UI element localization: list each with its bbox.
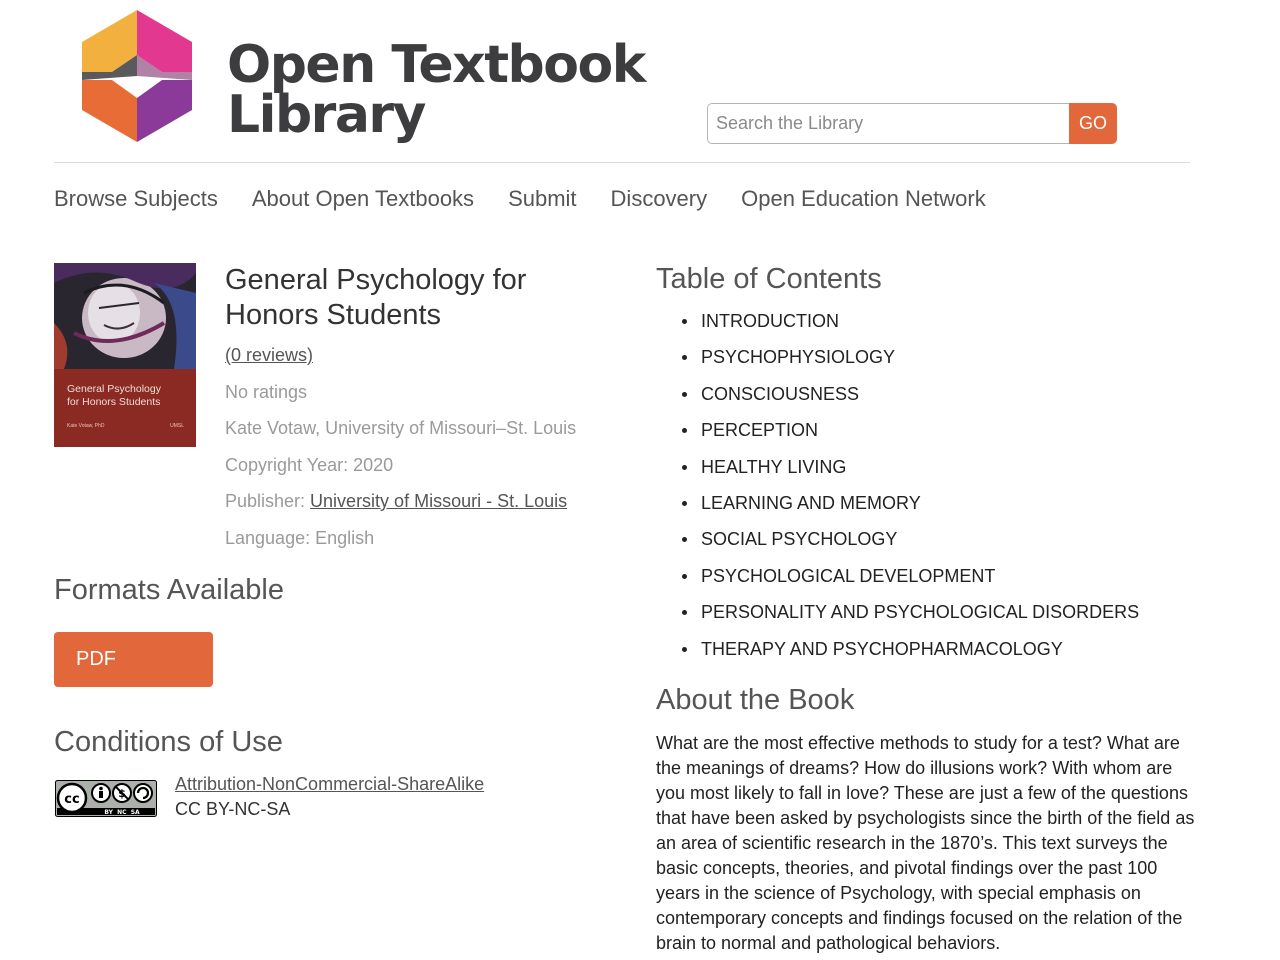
cover-title-line-1: General Psychology (67, 383, 161, 395)
copyright-year: Copyright Year: 2020 (225, 455, 394, 475)
toc-item: PSYCHOPHYSIOLOGY (682, 345, 1139, 381)
book-cover[interactable]: General Psychology for Honors Students K… (54, 263, 196, 447)
language-text: Language: English (225, 528, 375, 548)
about-heading: About the Book (656, 684, 855, 716)
book-title: General Psychology for Honors Students (225, 264, 527, 331)
cover-publisher: UMSL (170, 423, 184, 429)
nav-browse-subjects[interactable]: Browse Subjects (54, 186, 218, 212)
publisher-label: Publisher: (225, 491, 311, 511)
search-bar: GO (707, 103, 1117, 144)
site-logo-text[interactable]: Open Textbook Library (227, 35, 646, 145)
toc-item: THERAPY AND PSYCHOPHARMACOLOGY (682, 637, 1139, 673)
author-text: Kate Votaw, University of Missouri–St. L… (225, 418, 577, 438)
nav-submit[interactable]: Submit (508, 186, 576, 212)
conditions-heading: Conditions of Use (54, 726, 283, 758)
toc-item: CONSCIOUSNESS (682, 382, 1139, 418)
logo-line-1: Open Textbook (227, 35, 646, 95)
header-divider (54, 162, 1190, 163)
nav-about-open-textbooks[interactable]: About Open Textbooks (252, 186, 474, 212)
nav-open-education-network[interactable]: Open Education Network (741, 186, 986, 212)
formats-heading: Formats Available (54, 574, 284, 606)
svg-text:cc: cc (64, 792, 79, 807)
toc-list: INTRODUCTION PSYCHOPHYSIOLOGY CONSCIOUSN… (682, 309, 1139, 673)
search-input[interactable] (707, 103, 1069, 144)
nav-discovery[interactable]: Discovery (611, 186, 708, 212)
toc-item: PERCEPTION (682, 418, 1139, 454)
toc-heading: Table of Contents (656, 263, 882, 295)
publisher-row: Publisher: University of Missouri - St. … (225, 491, 567, 512)
pdf-download-button[interactable]: PDF (54, 632, 213, 687)
main-nav: Browse Subjects About Open Textbooks Sub… (54, 186, 986, 212)
open-textbook-library-logo-icon[interactable] (62, 10, 212, 142)
reviews-link[interactable]: (0 reviews) (225, 345, 313, 365)
license-link[interactable]: Attribution-NonCommercial-ShareAlike (175, 774, 484, 795)
cc-badge-label: BY NC SA (104, 809, 140, 816)
reviews-row: (0 reviews) (225, 345, 313, 366)
cc-by-nc-sa-badge-icon[interactable]: cc $ BY NC SA (55, 780, 157, 817)
ratings-text: No ratings (225, 382, 308, 402)
cover-title-line-2: for Honors Students (67, 396, 161, 408)
search-go-button[interactable]: GO (1069, 103, 1117, 144)
publisher-link[interactable]: University of Missouri - St. Louis (310, 491, 567, 511)
toc-item: LEARNING AND MEMORY (682, 491, 1139, 527)
cover-art-icon (54, 263, 196, 369)
logo-line-2: Library (227, 85, 426, 145)
toc-item: SOCIAL PSYCHOLOGY (682, 527, 1139, 563)
about-text: What are the most effective methods to s… (656, 733, 1195, 953)
toc-item: PERSONALITY AND PSYCHOLOGICAL DISORDERS (682, 600, 1139, 636)
cover-author: Kate Votaw, PhD (67, 423, 105, 429)
toc-item: PSYCHOLOGICAL DEVELOPMENT (682, 564, 1139, 600)
toc-item: INTRODUCTION (682, 309, 1139, 345)
cover-title: General Psychology for Honors Students (67, 383, 161, 409)
license-code: CC BY-NC-SA (175, 799, 291, 819)
toc-item: HEALTHY LIVING (682, 455, 1139, 491)
